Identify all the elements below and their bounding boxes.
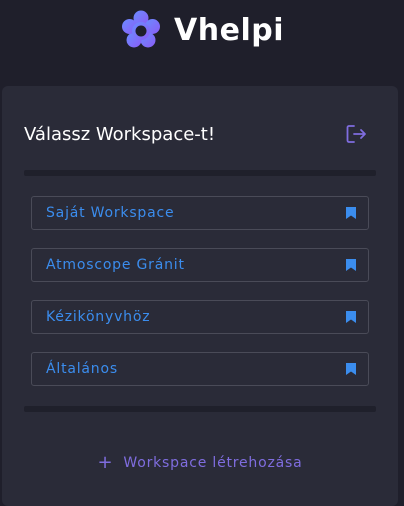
plus-icon: + <box>97 452 114 473</box>
bookmark-icon <box>346 259 356 271</box>
logout-icon <box>346 125 366 143</box>
workspace-item[interactable]: Atmoscope Gránit <box>31 248 369 282</box>
brand-name: Vhelpi <box>174 12 284 48</box>
divider-bottom <box>24 406 376 412</box>
flower-logo-icon <box>122 10 161 48</box>
workspace-item[interactable]: Általános <box>31 352 369 386</box>
workspace-select-card: Válassz Workspace-t! Saját Workspace Atm… <box>2 86 398 506</box>
divider-top <box>24 170 376 176</box>
card-title: Válassz Workspace-t! <box>24 123 216 145</box>
bookmark-icon <box>346 363 356 375</box>
workspace-item[interactable]: Saját Workspace <box>31 196 369 230</box>
workspace-list: Saját Workspace Atmoscope Gránit Kézikön… <box>31 196 369 404</box>
card-header: Válassz Workspace-t! <box>24 122 376 146</box>
bookmark-icon <box>346 207 356 219</box>
workspace-item[interactable]: Kézikönyvhöz <box>31 300 369 334</box>
workspace-label: Atmoscope Gránit <box>46 257 185 273</box>
bookmark-icon <box>346 311 356 323</box>
create-workspace-button[interactable]: + Workspace létrehozása <box>2 452 398 473</box>
workspace-label: Általános <box>46 361 118 377</box>
workspace-label: Saját Workspace <box>46 205 175 221</box>
brand-header: Vhelpi <box>0 0 404 60</box>
logout-button[interactable] <box>344 121 370 147</box>
create-workspace-label: Workspace létrehozása <box>123 455 303 471</box>
workspace-label: Kézikönyvhöz <box>46 309 151 325</box>
